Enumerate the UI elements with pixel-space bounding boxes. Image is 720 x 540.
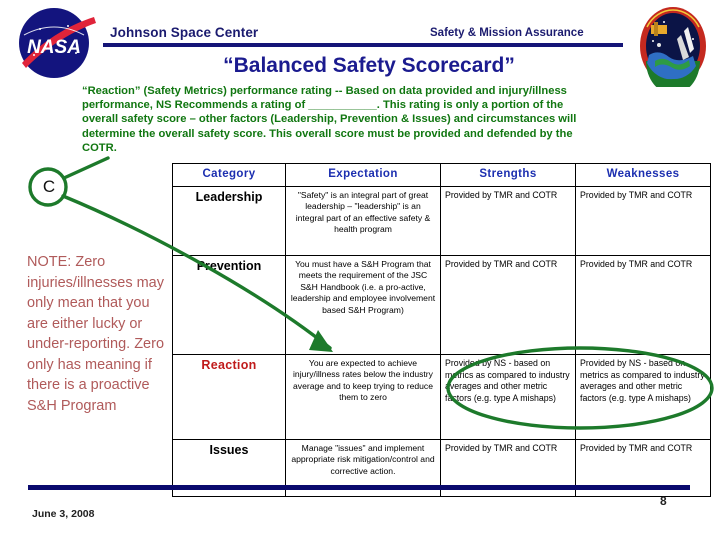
column-header-category: Category [172,163,286,187]
cell-expectation: You are expected to achieve injury/illne… [285,354,441,440]
cell-expectation: You must have a S&H Program that meets t… [285,255,441,355]
table-row: Leadership "Safety" is an integral part … [172,186,711,256]
department-title: Safety & Mission Assurance [430,27,584,39]
annotation-letter-c: C [42,177,56,196]
cell-strengths: Provided by TMR and COTR [440,186,576,256]
cell-category: Leadership [172,186,286,256]
cell-strengths: Provided by NS - based on metrics as com… [440,354,576,440]
table-header-row: Category Expectation Strengths Weaknesse… [172,163,711,187]
footer-date: June 3, 2008 [32,508,95,520]
cell-expectation: "Safety" is an integral part of great le… [285,186,441,256]
table-row: Prevention You must have a S&H Program t… [172,255,711,355]
column-header-weaknesses: Weaknesses [575,163,711,187]
column-header-strengths: Strengths [440,163,576,187]
column-header-expectation: Expectation [285,163,441,187]
cell-strengths: Provided by TMR and COTR [440,255,576,355]
page-title: “Balanced Safety Scorecard” [223,54,515,77]
cell-weaknesses: Provided by TMR and COTR [575,255,711,355]
cell-weaknesses: Provided by TMR and COTR [575,186,711,256]
annotation-leader-line-up [62,156,110,180]
balanced-safety-scorecard-table: Category Expectation Strengths Weaknesse… [172,163,711,497]
page-number: 8 [660,494,667,508]
intro-paragraph: “Reaction” (Safety Metrics) performance … [82,85,577,154]
cell-category: Prevention [172,255,286,355]
header-divider [103,43,623,47]
cell-category: Reaction [172,354,286,440]
table-row: Reaction You are expected to achieve inj… [172,354,711,440]
cell-weaknesses: Provided by NS - based on metrics as com… [575,354,711,440]
org-title: Johnson Space Center [110,25,259,40]
slide-canvas: NASA Johnson Space Center Safety & Missi… [0,0,720,540]
footer-divider [28,485,690,490]
side-note: NOTE: Zero injuries/illnesses may only m… [27,254,165,414]
